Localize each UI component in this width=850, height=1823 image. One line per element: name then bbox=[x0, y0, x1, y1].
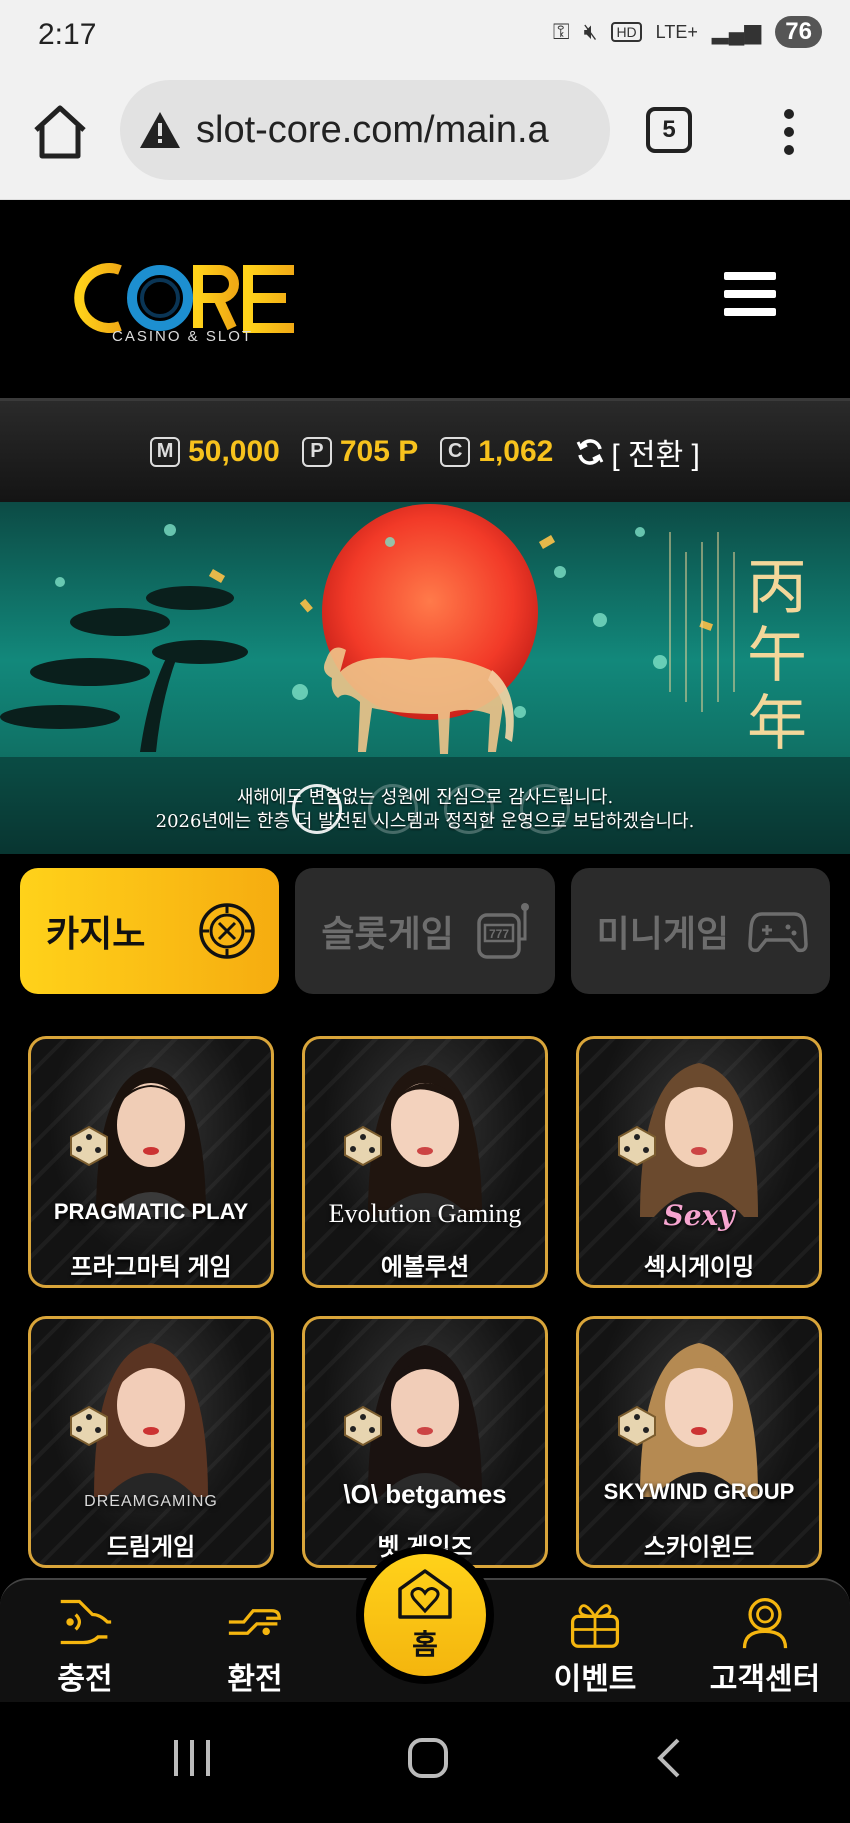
game-card-pragmatic[interactable]: PRAGMATIC PLAY 프라그마틱 게임 bbox=[28, 1036, 274, 1288]
svg-text:777: 777 bbox=[489, 927, 509, 941]
site-header: CASINO & SLOT bbox=[0, 200, 850, 398]
core-logo[interactable]: CASINO & SLOT bbox=[72, 256, 312, 356]
game-card-sexy[interactable]: Sexy 섹시게이밍 bbox=[576, 1036, 822, 1288]
headset-icon bbox=[742, 1597, 788, 1649]
money-badge: M bbox=[150, 436, 181, 467]
hamburger-menu-icon[interactable] bbox=[724, 272, 776, 316]
game-name: 섹시게이밍 bbox=[643, 1254, 755, 1281]
nav-event[interactable]: 이벤트 bbox=[530, 1594, 660, 1698]
recent-apps-icon[interactable] bbox=[170, 1736, 214, 1780]
tab-slot[interactable]: 슬롯게임 777 bbox=[295, 868, 555, 994]
nav-label: 환전 bbox=[227, 1663, 283, 1696]
status-bar: 2:17 ⚿ 🔇︎ HD LTE+ ▂▄▆ 76 bbox=[0, 0, 850, 72]
hd-icon: HD bbox=[611, 22, 642, 42]
provider-logo: \O\ betgames bbox=[343, 1479, 507, 1509]
switch-button[interactable]: [ 전환 ] bbox=[575, 430, 700, 474]
point-value: 705 P bbox=[339, 434, 419, 468]
dice-icon bbox=[344, 1405, 382, 1447]
provider-logo: Evolution Gaming bbox=[328, 1199, 522, 1228]
promo-banner[interactable]: 丙 午 年 새해에도 변함없는 성원에 진심으로 감사드립니다. 2026년에는… bbox=[0, 502, 850, 854]
carousel-dot[interactable] bbox=[444, 784, 494, 834]
status-icons: ⚿ 🔇︎ HD LTE+ ▂▄▆ 76 bbox=[553, 16, 822, 48]
browser-toolbar: slot-core.com/main.a 5 bbox=[0, 72, 850, 200]
dice-icon bbox=[70, 1125, 108, 1167]
money-value: 50,000 bbox=[188, 434, 280, 468]
url-text[interactable]: slot-core.com/main.a bbox=[196, 109, 549, 152]
carousel-dot[interactable] bbox=[520, 784, 570, 834]
tab-label: 슬롯게임 bbox=[321, 913, 454, 954]
refresh-icon bbox=[577, 438, 604, 465]
nav-charge[interactable]: 충전 bbox=[20, 1594, 150, 1698]
dice-icon bbox=[70, 1405, 108, 1447]
carousel-dot[interactable] bbox=[368, 784, 418, 834]
casino-value: 1,062 bbox=[478, 434, 554, 468]
calligraphy-char: 年 bbox=[747, 689, 807, 759]
tab-label: 미니게임 bbox=[596, 913, 730, 954]
provider-logo: Sexy bbox=[663, 1199, 735, 1232]
home-nav-icon[interactable] bbox=[406, 1736, 450, 1780]
balance-bar: M 50,000 P 705 P C 1,062 [ 전환 ] bbox=[0, 398, 850, 502]
game-name: 프라그마틱 게임 bbox=[70, 1254, 232, 1281]
game-name: 에볼루션 bbox=[380, 1254, 470, 1281]
network-type: LTE+ bbox=[655, 21, 698, 42]
slot-machine-icon: 777 bbox=[476, 903, 529, 959]
game-card-skywind[interactable]: SKYWIND GROUP 스카이윈드 bbox=[576, 1316, 822, 1568]
status-time: 2:17 bbox=[38, 18, 97, 51]
address-bar[interactable]: slot-core.com/main.a bbox=[120, 80, 610, 180]
nav-label: 고객센터 bbox=[709, 1663, 821, 1696]
vpn-key-icon: ⚿ bbox=[552, 19, 570, 44]
nav-home-button[interactable]: 홈 bbox=[356, 1546, 494, 1684]
provider-logo: PRAGMATIC PLAY bbox=[53, 1199, 249, 1224]
provider-logo: SKYWIND GROUP bbox=[603, 1479, 795, 1504]
vertical-text-decoration bbox=[669, 532, 735, 712]
switch-label: [ 전환 ] bbox=[611, 438, 700, 472]
point-balance: P 705 P bbox=[301, 434, 419, 469]
gamepad-icon bbox=[748, 912, 808, 953]
game-grid: PRAGMATIC PLAY 프라그마틱 게임 Evolution Gaming… bbox=[28, 1036, 822, 1568]
dice-icon bbox=[618, 1125, 656, 1167]
nav-support[interactable]: 고객센터 bbox=[700, 1594, 830, 1698]
casino-badge: C bbox=[440, 436, 471, 467]
back-icon[interactable] bbox=[648, 1736, 692, 1780]
carousel-dot[interactable] bbox=[292, 784, 342, 834]
nav-exchange[interactable]: 환전 bbox=[190, 1594, 320, 1698]
category-tabs: 카지노 슬롯게임 777 미니게임 bbox=[20, 868, 830, 994]
battery-level: 76 bbox=[775, 16, 822, 48]
game-card-dreamgaming[interactable]: DREAMGAMING 드림게임 bbox=[28, 1316, 274, 1568]
mute-icon: 🔇︎ bbox=[583, 19, 598, 44]
game-name: 드림게임 bbox=[106, 1534, 196, 1561]
more-menu-icon[interactable] bbox=[774, 108, 804, 156]
gift-icon bbox=[570, 1604, 620, 1648]
logo-subtitle: CASINO & SLOT bbox=[112, 328, 254, 345]
warning-icon[interactable] bbox=[138, 110, 182, 150]
game-card-evolution[interactable]: Evolution Gaming 에볼루션 bbox=[302, 1036, 548, 1288]
home-icon[interactable] bbox=[30, 102, 90, 162]
roulette-icon bbox=[199, 903, 256, 959]
game-card-betgames[interactable]: \O\ betgames 벳 게임즈 bbox=[302, 1316, 548, 1568]
calligraphy-char: 丙 bbox=[747, 553, 807, 623]
casino-balance: C 1,062 bbox=[440, 435, 553, 469]
tab-minigame[interactable]: 미니게임 bbox=[570, 868, 830, 994]
calligraphy-char: 午 bbox=[747, 621, 807, 691]
system-nav-bar bbox=[0, 1702, 850, 1823]
banner-calligraphy: 丙 午 年 bbox=[745, 554, 809, 758]
tab-label: 카지노 bbox=[46, 913, 146, 954]
charge-icon bbox=[60, 1599, 112, 1645]
dice-icon bbox=[618, 1405, 656, 1447]
tab-casino[interactable]: 카지노 bbox=[20, 868, 280, 994]
provider-logo: DREAMGAMING bbox=[84, 1493, 218, 1510]
pine-tree bbox=[0, 586, 248, 752]
signal-icon: ▂▄▆ bbox=[711, 19, 762, 44]
nav-label: 충전 bbox=[57, 1663, 113, 1696]
point-badge: P bbox=[301, 436, 332, 467]
exchange-icon bbox=[228, 1609, 281, 1636]
dice-icon bbox=[344, 1125, 382, 1167]
game-name: 스카이윈드 bbox=[643, 1534, 755, 1561]
tab-switcher-button[interactable]: 5 bbox=[646, 107, 692, 153]
nav-label: 홈 bbox=[412, 1629, 438, 1660]
nav-label: 이벤트 bbox=[553, 1663, 637, 1696]
home-heart-icon bbox=[398, 1569, 452, 1619]
money-balance: M 50,000 bbox=[150, 435, 280, 469]
carousel-dots bbox=[292, 784, 570, 834]
